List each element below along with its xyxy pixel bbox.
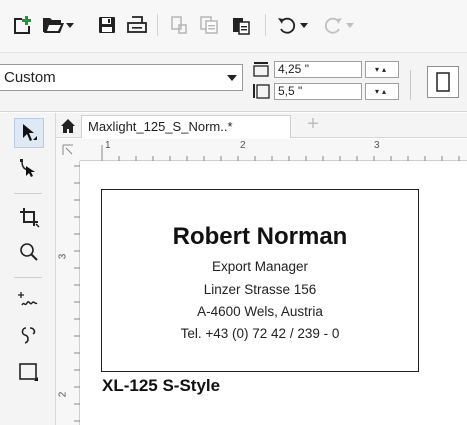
page-size-preset-dropdown[interactable]: Custom [0, 64, 243, 91]
cut-icon[interactable] [164, 10, 194, 40]
page-height-row: 5,5 " ▾▴ [252, 83, 400, 100]
card-city: A-4600 Wels, Austria [197, 304, 323, 319]
zoom-tool-icon[interactable] [14, 237, 44, 267]
new-document-icon[interactable] [6, 10, 36, 40]
page-height-spinner[interactable]: ▾▴ [365, 83, 399, 100]
portrait-orientation-button[interactable] [427, 66, 459, 98]
redo-dropdown-icon[interactable] [342, 10, 358, 40]
crop-tool-icon[interactable] [14, 202, 44, 232]
ruler-origin-icon[interactable] [56, 139, 80, 161]
toolbox [0, 113, 56, 425]
open-dropdown-arrow-icon[interactable] [62, 10, 78, 40]
vertical-ruler-ticks [74, 165, 80, 422]
propbar-separator [410, 70, 411, 100]
ruler-label: 2 [240, 140, 246, 151]
card-phone: Tel. +43 (0) 72 42 / 239 - 0 [180, 326, 340, 341]
freehand-tool-icon[interactable] [14, 285, 44, 315]
card-caption[interactable]: XL-125 S-Style [102, 376, 220, 396]
toolbar-separator [265, 14, 266, 36]
page-height-field[interactable]: 5,5 " [274, 83, 362, 100]
vertical-ruler[interactable]: 3 2 [56, 161, 80, 425]
card-street: Linzer Strasse 156 [203, 282, 317, 297]
chevron-down-icon [227, 75, 237, 81]
business-card[interactable]: Robert Norman Export Manager Linzer Stra… [101, 189, 419, 372]
portrait-page-icon [436, 72, 450, 92]
rectangle-tool-icon[interactable] [14, 357, 44, 387]
horizontal-ruler-ticks [101, 145, 460, 161]
page-width-spinner[interactable]: ▾▴ [365, 61, 399, 78]
artistic-media-tool-icon[interactable] [14, 320, 44, 350]
ruler-label: 3 [57, 253, 69, 260]
home-icon[interactable] [58, 116, 78, 136]
ruler-label: 2 [57, 391, 69, 398]
save-icon[interactable] [92, 10, 122, 40]
toolbox-separator [14, 193, 42, 194]
tab-document[interactable]: Maxlight_125_S_Norm..* [81, 115, 291, 138]
card-job-title: Export Manager [211, 259, 309, 274]
document-tab-bar: Maxlight_125_S_Norm..* + [56, 113, 467, 138]
paste-icon[interactable] [226, 10, 256, 40]
toolbox-separator [14, 277, 42, 278]
standard-toolbar [0, 0, 467, 52]
ruler-label: 3 [374, 140, 380, 151]
new-tab-plus-icon[interactable]: + [303, 114, 323, 136]
copy-icon[interactable] [194, 10, 224, 40]
page-width-row: 4,25 " ▾▴ [252, 61, 400, 78]
print-icon[interactable] [122, 10, 152, 40]
page-width-field[interactable]: 4,25 " [274, 61, 362, 78]
shape-tool-icon[interactable] [14, 153, 44, 183]
page-height-icon [252, 83, 270, 99]
page-width-icon [252, 61, 270, 77]
card-name: Robert Norman [172, 223, 348, 250]
horizontal-ruler[interactable]: 1 2 3 [80, 139, 467, 161]
toolbar-separator [157, 14, 158, 36]
undo-dropdown-icon[interactable] [296, 10, 312, 40]
ruler-label: 1 [105, 140, 111, 151]
page-size-preset-value: Custom [4, 69, 56, 86]
drawing-canvas[interactable]: Robert Norman Export Manager Linzer Stra… [81, 162, 467, 425]
pick-tool-icon[interactable] [14, 118, 44, 148]
